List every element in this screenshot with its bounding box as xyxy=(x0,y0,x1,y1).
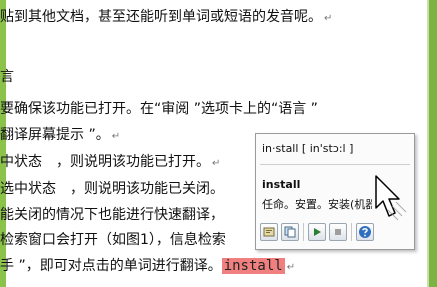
copy-icon[interactable] xyxy=(281,223,299,241)
toolbar-separator xyxy=(351,223,352,241)
text-line-6: 选中状态 ，则说明该功能已关闭。 xyxy=(0,181,224,197)
play-icon[interactable] xyxy=(308,223,326,241)
text-line-1: 贴到其他文档，甚至还能听到单词或短语的发音呢。 ↵ xyxy=(0,9,333,25)
text-line-8: 检索窗口会打开（如图1），信息检索 xyxy=(0,232,226,248)
popup-word: install xyxy=(262,178,301,191)
toolbar-separator xyxy=(303,223,304,241)
right-edge-bar xyxy=(427,0,437,287)
text-line-7: 能关闭的情况下也能进行快速翻译， xyxy=(0,207,224,223)
stop-icon[interactable] xyxy=(329,223,347,241)
text-line-3: 要确保该功能已打开。在“审阅 ”选项卡上的“语言 ” xyxy=(0,101,318,117)
text-line-9: 手 ”，即可对点击的单词进行翻译。 install ↵ xyxy=(0,258,296,274)
highlighted-word[interactable]: install xyxy=(221,258,285,274)
text-line-4: 翻译屏幕提示 ”。 ↵ xyxy=(0,127,121,143)
popup-toolbar xyxy=(260,223,374,243)
popup-headword: in·stall [ in'stɔ:l ] xyxy=(262,142,354,155)
hand-cursor-icon xyxy=(375,175,407,221)
text-line-5: 中状态 ，则说明该功能已打开。 ↵ xyxy=(0,154,221,170)
popup-definition: 任命。安置。安装(机器 xyxy=(262,198,372,211)
popup-divider xyxy=(260,164,410,165)
dictionary-icon[interactable] xyxy=(260,223,278,241)
text-line-2: 言 xyxy=(0,69,14,85)
